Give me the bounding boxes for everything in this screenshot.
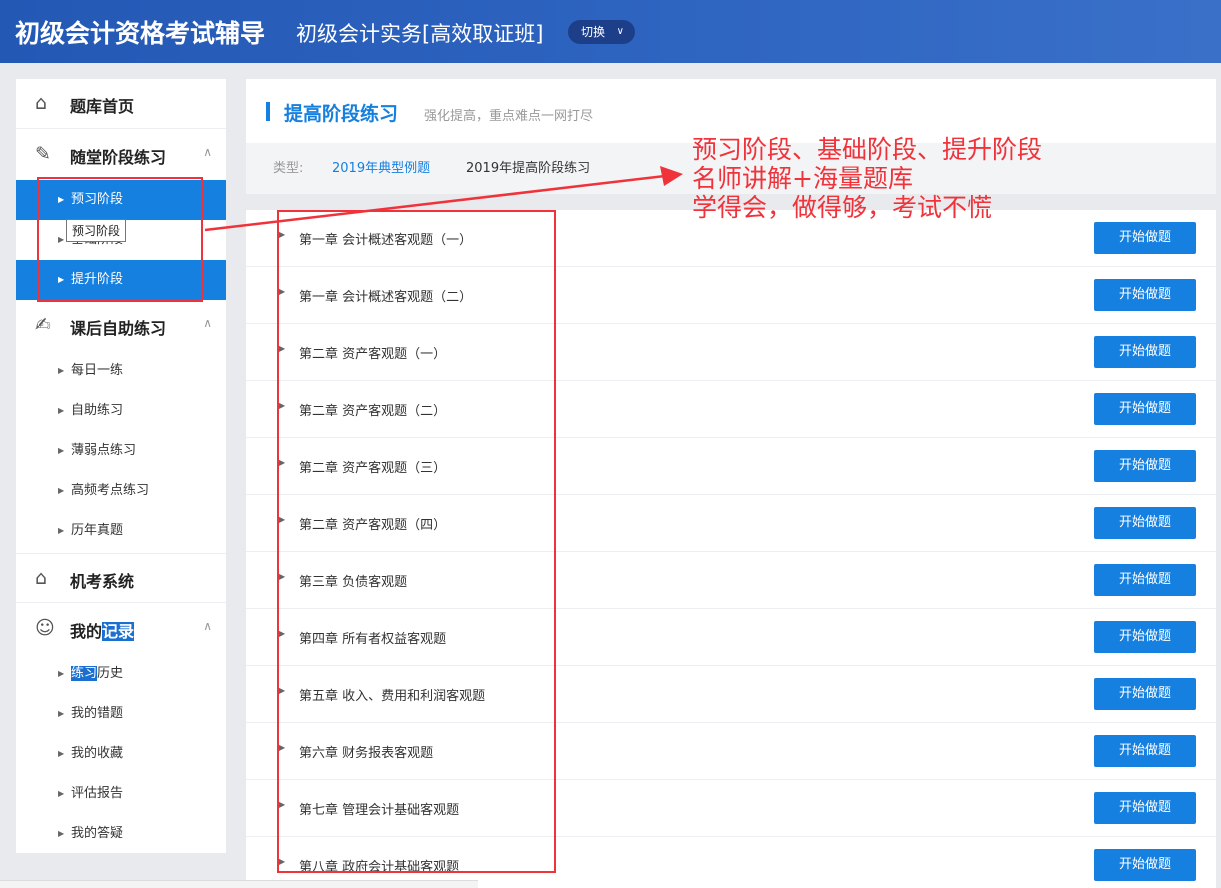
label-part: 历史	[97, 666, 124, 681]
sidebar-label: 随堂阶段练习	[70, 148, 167, 167]
selected-text: 记录	[102, 622, 135, 641]
triangle-icon: ▶	[58, 526, 65, 535]
triangle-icon: ▶	[58, 486, 65, 495]
page-header: 提高阶段练习 强化提高，重点难点一网打尽	[246, 79, 1216, 143]
sidebar-item-frequent[interactable]: ▶ 高频考点练习	[16, 471, 226, 511]
sidebar-item-daily[interactable]: ▶ 每日一练	[16, 351, 226, 391]
sidebar-item-favorites[interactable]: ▶ 我的收藏	[16, 734, 226, 774]
sidebar-label: 历年真题	[71, 523, 124, 538]
sidebar-section-stage[interactable]: ✎ 随堂阶段练习 ∧	[16, 130, 226, 180]
start-practice-button[interactable]: 开始做题	[1094, 849, 1196, 881]
triangle-icon: ▶	[58, 406, 65, 415]
start-practice-button[interactable]: 开始做题	[1094, 450, 1196, 482]
sidebar-label: 评估报告	[71, 786, 124, 801]
sidebar-item-self-practice[interactable]: ▶ 自助练习	[16, 391, 226, 431]
sidebar-section-record[interactable]: ☺ 我的记录 ∧	[16, 604, 226, 654]
chevron-up-icon: ∧	[203, 316, 212, 330]
annotation-text: 预习阶段、基础阶段、提升阶段 名师讲解+海量题库 学得会，做得够，考试不慌	[692, 135, 1042, 222]
sidebar-item-past-exams[interactable]: ▶ 历年真题	[16, 511, 226, 551]
sidebar-label: 高频考点练习	[71, 483, 150, 498]
start-practice-button[interactable]: 开始做题	[1094, 336, 1196, 368]
filter-label: 类型:	[273, 161, 304, 176]
label-part: 我的	[70, 622, 103, 641]
chevron-up-icon: ∧	[203, 145, 212, 159]
annotation-line: 名师讲解+海量题库	[692, 164, 913, 193]
sidebar-label: 薄弱点练习	[71, 443, 137, 458]
annotation-line: 预习阶段、基础阶段、提升阶段	[692, 135, 1043, 164]
home-icon: ⌂	[35, 567, 48, 589]
sidebar-label: 自助练习	[71, 403, 124, 418]
home-icon: ⌂	[35, 92, 48, 114]
sidebar-label: 题库首页	[70, 97, 135, 116]
filter-option[interactable]: 2019年典型例题	[332, 143, 430, 194]
sidebar-label: 课后自助练习	[70, 319, 167, 338]
start-practice-button[interactable]: 开始做题	[1094, 393, 1196, 425]
sidebar-label: 我的记录	[70, 618, 135, 642]
sidebar-label: 我的错题	[71, 706, 124, 721]
chevron-down-icon: ∨	[616, 26, 624, 37]
chevron-up-icon: ∧	[203, 619, 212, 633]
course-name: 初级会计实务[高效取证班]	[296, 22, 544, 46]
sidebar-item-exam[interactable]: ⌂ 机考系统	[16, 553, 226, 603]
user-icon: ☺	[35, 617, 55, 639]
start-practice-button[interactable]: 开始做题	[1094, 222, 1196, 254]
page-title: 提高阶段练习	[284, 103, 399, 125]
start-practice-button[interactable]: 开始做题	[1094, 564, 1196, 596]
start-practice-button[interactable]: 开始做题	[1094, 792, 1196, 824]
start-practice-button[interactable]: 开始做题	[1094, 678, 1196, 710]
page-description: 强化提高，重点难点一网打尽	[424, 109, 594, 124]
triangle-icon: ▶	[58, 446, 65, 455]
sidebar-item-mistakes[interactable]: ▶ 我的错题	[16, 694, 226, 734]
sidebar-item-answers[interactable]: ▶ 我的答疑	[16, 814, 226, 854]
switch-course-button[interactable]: 切换 ∨	[568, 20, 635, 44]
sidebar-item-history[interactable]: ▶ 练习历史	[16, 654, 226, 694]
site-title: 初级会计资格考试辅导	[15, 19, 266, 48]
selected-text: 练习	[71, 666, 98, 681]
sidebar-label: 每日一练	[71, 363, 124, 378]
annotation-line: 学得会，做得够，考试不慌	[692, 193, 993, 222]
start-practice-button[interactable]: 开始做题	[1094, 735, 1196, 767]
top-header: 初级会计资格考试辅导 初级会计实务[高效取证班] 切换 ∨	[0, 0, 1221, 63]
triangle-icon: ▶	[58, 366, 65, 375]
sidebar-section-self[interactable]: ✍ 课后自助练习 ∧	[16, 301, 226, 351]
triangle-icon: ▶	[58, 829, 65, 838]
start-practice-button[interactable]: 开始做题	[1094, 507, 1196, 539]
start-practice-button[interactable]: 开始做题	[1094, 279, 1196, 311]
notebook-icon: ✍	[35, 314, 51, 336]
title-accent-bar	[266, 102, 270, 121]
sidebar-label: 我的答疑	[71, 826, 124, 841]
sidebar-item-home[interactable]: ⌂ 题库首页	[16, 79, 226, 129]
sidebar-item-report[interactable]: ▶ 评估报告	[16, 774, 226, 814]
triangle-icon: ▶	[58, 709, 65, 718]
switch-label: 切换	[581, 25, 606, 39]
status-strip	[0, 880, 478, 888]
pencil-icon: ✎	[35, 143, 51, 165]
sidebar-label: 机考系统	[70, 572, 135, 591]
filter-option-active[interactable]: 2019年提高阶段练习	[466, 143, 590, 194]
triangle-icon: ▶	[58, 789, 65, 798]
triangle-icon: ▶	[58, 669, 65, 678]
triangle-icon: ▶	[58, 749, 65, 758]
sidebar-item-weak[interactable]: ▶ 薄弱点练习	[16, 431, 226, 471]
sidebar-label: 我的收藏	[71, 746, 124, 761]
start-practice-button[interactable]: 开始做题	[1094, 621, 1196, 653]
annotation-box	[277, 210, 556, 873]
annotation-box	[37, 177, 203, 302]
